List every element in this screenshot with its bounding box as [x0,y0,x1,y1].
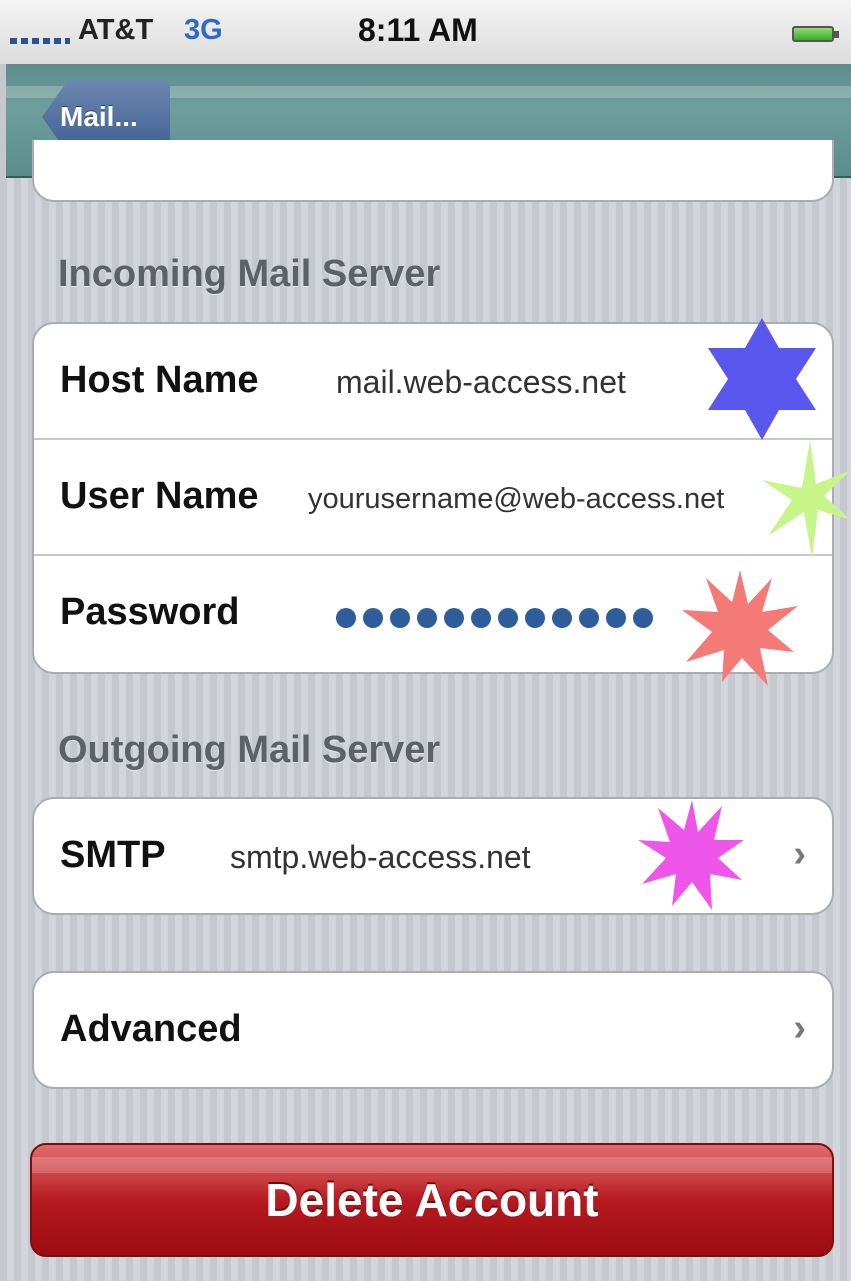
smtp-label: SMTP [60,834,166,876]
previous-settings-group [32,140,834,202]
host-name-label: Host Name [60,359,259,401]
blue-star-icon [708,318,816,440]
smtp-value: smtp.web-access.net [230,839,531,875]
chevron-right-icon: › [793,833,806,875]
advanced-row[interactable]: Advanced › [34,973,832,1087]
password-field[interactable] [336,608,660,630]
user-name-label: User Name [60,475,259,517]
advanced-label: Advanced [60,1008,242,1050]
chevron-right-icon: › [793,1007,806,1049]
password-label: Password [60,591,240,633]
status-bar: AT&T 3G 8:11 AM [0,0,851,64]
battery-icon [792,26,840,44]
delete-account-button[interactable]: Delete Account [30,1143,834,1257]
signal-strength-icon [10,38,70,44]
outgoing-server-header: Outgoing Mail Server [58,729,441,771]
carrier-name: AT&T [78,14,154,46]
user-name-row[interactable]: User Name yourusername@web-access.net [34,440,832,556]
user-name-field[interactable]: yourusername@web-access.net [308,483,724,516]
green-star-icon [762,440,851,558]
incoming-server-header: Incoming Mail Server [58,253,441,295]
delete-account-label: Delete Account [265,1174,599,1226]
host-name-field[interactable]: mail.web-access.net [336,364,626,401]
magenta-burst-icon [638,800,744,910]
red-burst-icon [682,570,798,686]
back-button-label: Mail... [60,101,138,132]
network-type: 3G [184,14,223,46]
clock: 8:11 AM [358,12,478,48]
advanced-group: Advanced › [32,971,834,1089]
